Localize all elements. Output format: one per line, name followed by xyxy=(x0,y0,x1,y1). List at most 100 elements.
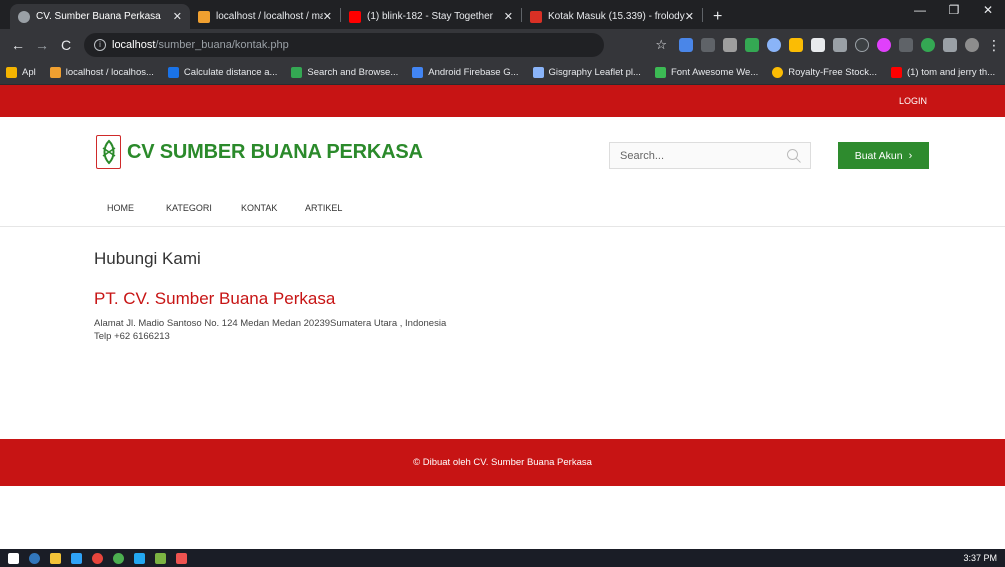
new-tab-button[interactable]: + xyxy=(703,4,732,29)
vscode-icon[interactable] xyxy=(134,552,145,564)
extension-icon[interactable] xyxy=(811,38,825,52)
nav-artikel[interactable]: ARTIKEL xyxy=(305,203,342,213)
extension-icon[interactable] xyxy=(833,38,847,52)
create-account-button[interactable]: Buat Akun › xyxy=(838,142,929,169)
restore-icon[interactable]: ❐ xyxy=(937,0,971,22)
close-window-icon[interactable]: ✕ xyxy=(971,0,1005,22)
phpmyadmin-icon xyxy=(49,67,61,78)
tab-title: Kotak Masuk (15.339) - frolody.b xyxy=(548,11,685,22)
info-icon[interactable]: i xyxy=(94,39,106,51)
bookmark-item[interactable]: Calculate distance a... xyxy=(167,67,278,78)
extension-icon[interactable] xyxy=(767,38,781,52)
logo-emblem-icon xyxy=(96,135,121,169)
extension-icon[interactable] xyxy=(701,38,715,52)
tab-title: CV. Sumber Buana Perkasa xyxy=(36,11,161,22)
minimize-icon[interactable]: — xyxy=(903,0,937,22)
app-icon[interactable] xyxy=(113,552,124,564)
browser-tab-strip: CV. Sumber Buana Perkasa ✕ localhost / l… xyxy=(0,0,1005,29)
bookmark-item[interactable]: (1) tom and jerry th... xyxy=(890,67,996,78)
tab-youtube[interactable]: (1) blink-182 - Stay Together ✕ xyxy=(341,4,521,29)
bookmark-label: Calculate distance a... xyxy=(183,67,278,78)
back-icon[interactable]: ← xyxy=(6,37,30,53)
reload-icon[interactable]: C xyxy=(54,37,78,53)
tab-title: (1) blink-182 - Stay Together xyxy=(367,11,493,22)
chrome-icon[interactable] xyxy=(92,552,103,564)
extension-icon[interactable] xyxy=(921,38,935,52)
windows-taskbar: 3:37 PM xyxy=(0,549,1005,567)
extension-icon[interactable] xyxy=(877,38,891,52)
app-icon[interactable] xyxy=(155,552,166,564)
top-bar: LOGIN xyxy=(0,85,1005,117)
search-input[interactable] xyxy=(620,149,780,162)
close-icon[interactable]: ✕ xyxy=(504,10,513,23)
extension-icon[interactable] xyxy=(679,38,693,52)
chevron-right-icon: › xyxy=(908,149,913,162)
tab-phpmyadmin[interactable]: localhost / localhost / malindo / ✕ xyxy=(190,4,340,29)
photoshop-icon[interactable] xyxy=(71,552,82,564)
bookmark-item[interactable]: Search and Browse... xyxy=(291,67,398,78)
nav-home[interactable]: HOME xyxy=(107,203,134,213)
window-controls: — ❐ ✕ xyxy=(903,0,1005,22)
brand-name: CV SUMBER BUANA PERKASA xyxy=(127,140,423,163)
close-icon[interactable]: ✕ xyxy=(323,10,332,23)
bookmark-star-icon[interactable]: ☆ xyxy=(655,37,667,53)
bookmarks-bar: Apl localhost / localhos... Calculate di… xyxy=(0,61,1005,85)
windows-start-icon[interactable] xyxy=(8,552,19,564)
android-icon xyxy=(412,67,424,78)
kebab-menu-icon[interactable]: ⋮ xyxy=(987,37,1001,54)
browser-toolbar: ← → C i localhost/sumber_buana/kontak.ph… xyxy=(0,29,1005,61)
extension-icon[interactable] xyxy=(855,38,869,52)
web-page: LOGIN CV SUMBER BUANA PERKASA Buat Akun … xyxy=(0,85,1005,549)
gmail-icon xyxy=(530,10,542,23)
close-icon[interactable]: ✕ xyxy=(685,10,694,23)
bookmark-label: Search and Browse... xyxy=(307,67,399,78)
globe-icon xyxy=(18,10,30,23)
search-icon[interactable] xyxy=(786,148,802,164)
bookmark-item[interactable]: Royalty-Free Stock... xyxy=(772,67,877,78)
address-bar[interactable]: i localhost/sumber_buana/kontak.php xyxy=(84,33,604,57)
url-path: /sumber_buana/kontak.php xyxy=(155,39,289,51)
shutterstock-icon xyxy=(772,67,784,78)
extension-icon[interactable] xyxy=(723,38,737,52)
extension-icon[interactable] xyxy=(745,38,759,52)
nav-kontak[interactable]: KONTAK xyxy=(241,203,277,213)
tab-active[interactable]: CV. Sumber Buana Perkasa ✕ xyxy=(10,4,190,29)
bookmark-item[interactable]: localhost / localhos... xyxy=(49,67,154,78)
bookmark-label: (1) tom and jerry th... xyxy=(906,67,996,78)
forward-icon[interactable]: → xyxy=(30,37,54,53)
avatar[interactable] xyxy=(965,38,979,52)
youtube-icon xyxy=(890,67,902,78)
site-header: CV SUMBER BUANA PERKASA Buat Akun › xyxy=(0,117,1005,189)
bookmark-item[interactable]: Font Awesome We... xyxy=(654,67,758,78)
tab-title: localhost / localhost / malindo / xyxy=(216,11,323,22)
extension-icon[interactable] xyxy=(899,38,913,52)
site-footer: © Dibuat oleh CV. Sumber Buana Perkasa xyxy=(0,439,1005,486)
site-logo[interactable]: CV SUMBER BUANA PERKASA xyxy=(96,135,423,169)
close-icon[interactable]: ✕ xyxy=(173,10,182,23)
edge-icon[interactable] xyxy=(29,552,40,564)
bookmark-label: Apl xyxy=(22,67,36,78)
tab-gmail[interactable]: Kotak Masuk (15.339) - frolody.b ✕ xyxy=(522,4,702,29)
nav-kategori[interactable]: KATEGORI xyxy=(166,203,212,213)
file-explorer-icon[interactable] xyxy=(50,552,61,564)
menu-icon[interactable] xyxy=(943,38,957,52)
company-phone: Telp +62 6166213 xyxy=(94,331,170,342)
url-host: localhost xyxy=(112,39,156,51)
youtube-icon xyxy=(349,10,361,23)
page-title: Hubungi Kami xyxy=(94,249,201,268)
footer-text: © Dibuat oleh CV. Sumber Buana Perkasa xyxy=(413,457,592,468)
flag-icon xyxy=(654,67,666,78)
search-icon xyxy=(291,67,303,78)
bookmark-label: Royalty-Free Stock... xyxy=(788,67,877,78)
bookmark-item[interactable]: Android Firebase G... xyxy=(412,67,519,78)
phpmyadmin-icon xyxy=(198,10,210,23)
extension-icon[interactable] xyxy=(789,38,803,52)
contact-section: Hubungi Kami PT. CV. Sumber Buana Perkas… xyxy=(0,227,1005,439)
taskbar-clock[interactable]: 3:37 PM xyxy=(963,553,997,563)
bookmark-item[interactable]: Gisgraphy Leaflet pl... xyxy=(532,67,641,78)
login-link[interactable]: LOGIN xyxy=(899,96,927,106)
bookmark-item[interactable]: Apl xyxy=(6,67,36,78)
app-icon[interactable] xyxy=(176,552,187,564)
bookmark-label: Android Firebase G... xyxy=(428,67,519,78)
apps-icon xyxy=(6,67,17,78)
